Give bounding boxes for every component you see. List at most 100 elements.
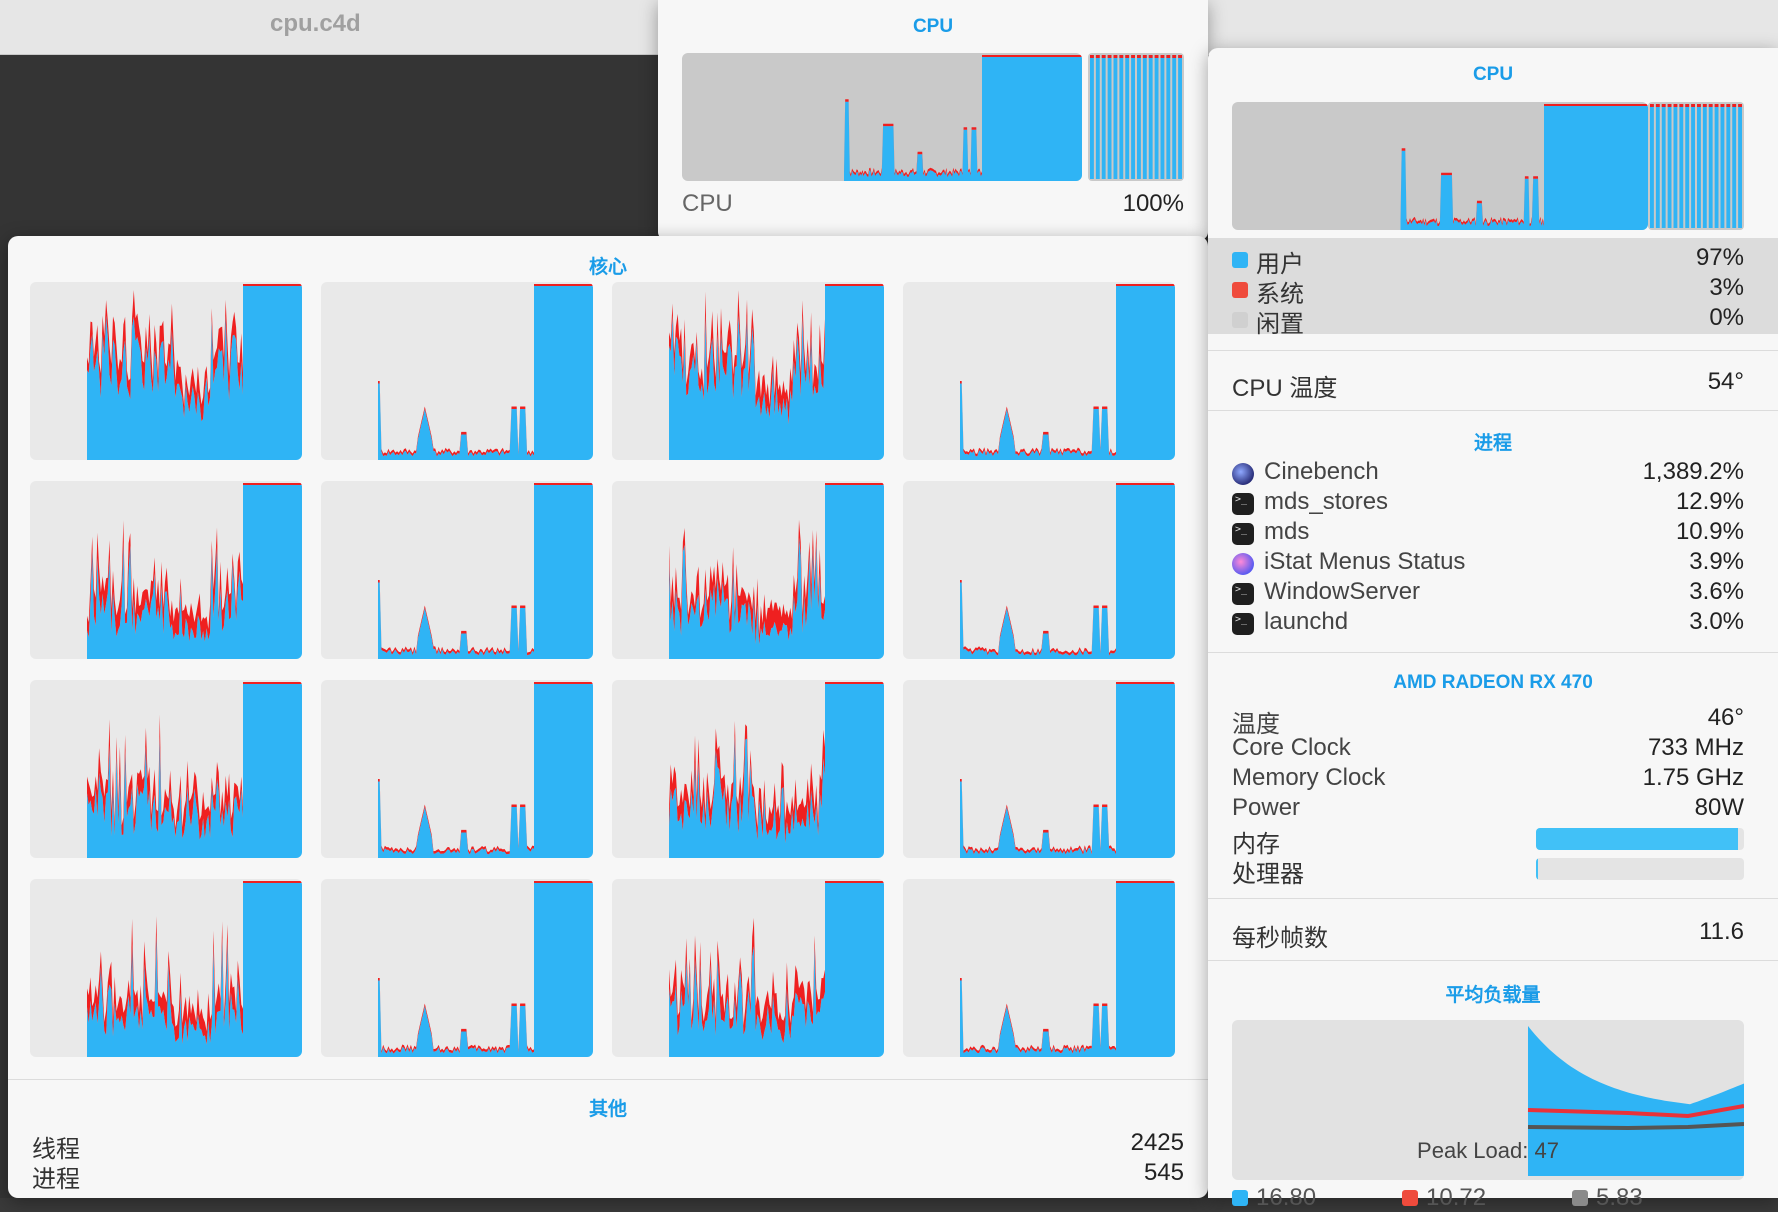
- side-core-bar: [1738, 104, 1742, 228]
- side-core-bar: [1697, 104, 1701, 228]
- core-system-top: [1116, 483, 1175, 485]
- core-system-top: [534, 284, 593, 286]
- usage-section: 用户 97% 系统 3% 闲置 0%: [1208, 238, 1778, 338]
- process-cpu-value: 1,389.2%: [1642, 458, 1744, 485]
- side-core-bar: [1685, 104, 1690, 228]
- idle-legend-swatch: [1232, 312, 1248, 328]
- side-core-bar: [1708, 104, 1713, 228]
- top-core-bar: [1178, 55, 1182, 179]
- process-name[interactable]: WindowServer: [1264, 578, 1420, 606]
- cpu-temp-label: CPU 温度: [1232, 375, 1338, 402]
- core-user-area: [960, 882, 1175, 1057]
- side-core-bar-system: [1673, 104, 1678, 107]
- core-user-area: [87, 882, 302, 1057]
- side-core-bar-system: [1679, 104, 1684, 107]
- side-cpu-history-system-top: [1544, 104, 1648, 106]
- side-core-bar: [1667, 104, 1672, 228]
- cores-divider: [8, 1079, 1208, 1080]
- gpu-processor-label: 处理器: [1232, 861, 1304, 888]
- side-core-bar-system: [1697, 104, 1701, 107]
- top-core-bar: [1119, 55, 1124, 179]
- core-system-top: [243, 284, 302, 286]
- cores-title: 核心: [588, 257, 627, 278]
- core-graph: [612, 680, 884, 858]
- top-core-bar: [1125, 55, 1130, 179]
- core-user-area: [378, 882, 593, 1057]
- top-core-bar: [1131, 55, 1135, 179]
- gpu-stat-value: 46°: [1707, 704, 1744, 731]
- side-core-bar: [1679, 104, 1684, 228]
- usage-user-value: 97%: [1695, 244, 1744, 271]
- side-core-bar-system: [1732, 104, 1737, 107]
- top-core-bar: [1148, 55, 1153, 179]
- process-name[interactable]: iStat Menus Status: [1264, 548, 1465, 576]
- core-graph: [30, 282, 302, 460]
- side-cpu-history-graph: [1232, 102, 1648, 230]
- side-core-bar-system: [1702, 104, 1707, 107]
- gpu-stat-value: 733 MHz: [1647, 734, 1744, 761]
- core-graph: [30, 680, 302, 858]
- gpu-processor-bar: [1536, 858, 1744, 880]
- process-name[interactable]: launchd: [1264, 608, 1348, 636]
- top-cpu-title: CPU: [912, 16, 954, 37]
- load-legend-value: 16.80: [1256, 1184, 1317, 1211]
- side-core-bar: [1691, 104, 1695, 228]
- core-graph: [321, 282, 593, 460]
- core-system-top: [534, 881, 593, 883]
- peak-load-label: Peak Load: 47: [1417, 1138, 1559, 1163]
- core-graph: [612, 282, 884, 460]
- load-legend-value: 10.72: [1426, 1184, 1487, 1211]
- gpu-title: AMD RADEON RX 470: [1393, 672, 1593, 693]
- side-core-bar-system: [1738, 104, 1742, 107]
- process-name[interactable]: Cinebench: [1264, 458, 1379, 486]
- top-core-bar: [1107, 55, 1112, 179]
- top-cpu-value: 100%: [1122, 190, 1184, 217]
- top-cpu-history-graph: [682, 53, 1082, 181]
- top-core-bar-system: [1160, 55, 1165, 58]
- process-name[interactable]: mds_stores: [1264, 488, 1388, 516]
- cores-panel: 核心 其他 线程 2425 进程 545: [8, 236, 1208, 1198]
- usage-idle-value: 0%: [1709, 304, 1744, 331]
- terminal-icon: [1232, 583, 1254, 605]
- side-core-bar-system: [1708, 104, 1713, 107]
- top-cpu-history-system-top: [982, 55, 1082, 57]
- side-core-bar-system: [1685, 104, 1690, 107]
- side-core-bar-system: [1655, 104, 1660, 107]
- top-core-bar: [1172, 55, 1177, 179]
- core-graph: [903, 481, 1175, 659]
- core-system-top: [825, 483, 884, 485]
- core-system-top: [243, 682, 302, 684]
- side-core-bar: [1702, 104, 1707, 228]
- top-cpu-core-bars: [1088, 53, 1184, 181]
- top-cpu-history-user-area: [844, 56, 1082, 181]
- processes-count-label: 进程: [32, 1166, 80, 1193]
- top-core-bar-system: [1113, 55, 1118, 58]
- top-cpu-label: CPU: [682, 190, 733, 217]
- cinebench-icon: [1232, 463, 1254, 485]
- system-legend-swatch: [1232, 282, 1248, 298]
- load-legend-swatch: [1402, 1190, 1418, 1206]
- top-core-bar-system: [1125, 55, 1130, 58]
- core-graph: [30, 481, 302, 659]
- background-window-title: cpu.c4d: [270, 10, 361, 37]
- process-cpu-value: 10.9%: [1675, 518, 1744, 545]
- istat-icon: [1232, 553, 1254, 575]
- top-core-bar-system: [1119, 55, 1124, 58]
- side-core-bar: [1661, 104, 1666, 228]
- process-cpu-value: 3.0%: [1689, 608, 1744, 635]
- side-core-bar: [1732, 104, 1737, 228]
- process-name[interactable]: mds: [1264, 518, 1309, 546]
- top-core-bar: [1101, 55, 1106, 179]
- side-cpu-history-user-area: [1400, 105, 1648, 230]
- core-system-top: [243, 483, 302, 485]
- top-core-bar-system: [1148, 55, 1153, 58]
- top-core-bar: [1095, 55, 1100, 179]
- core-system-top: [534, 483, 593, 485]
- usage-idle-label: 闲置: [1256, 311, 1304, 338]
- terminal-icon: [1232, 523, 1254, 545]
- core-system-top: [243, 881, 302, 883]
- side-core-bar: [1650, 104, 1654, 228]
- core-system-top: [825, 881, 884, 883]
- core-user-area: [669, 882, 884, 1057]
- core-graph: [321, 680, 593, 858]
